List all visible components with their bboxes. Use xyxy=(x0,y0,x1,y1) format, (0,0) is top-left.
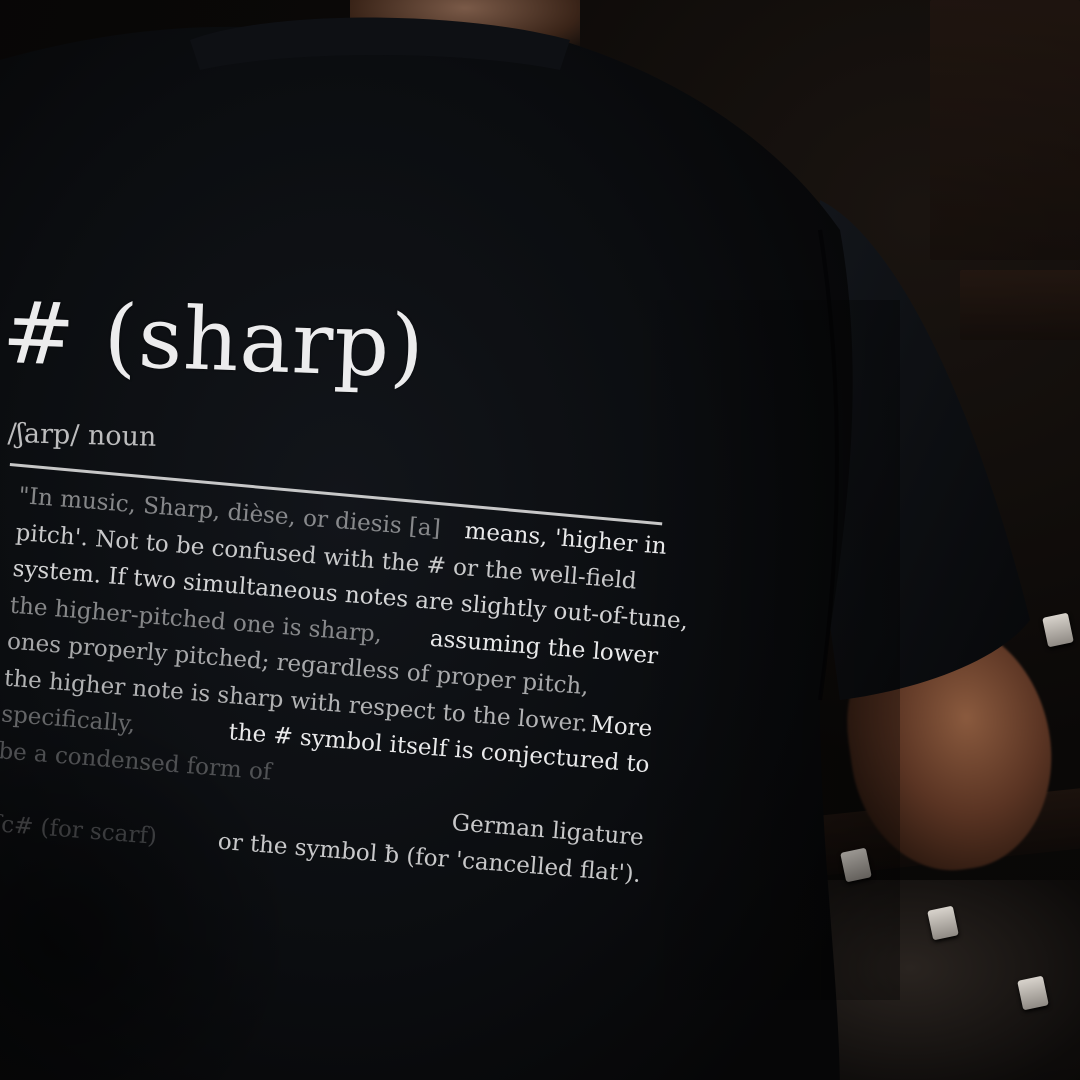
print-definition: "In music, Sharp, dièse, or diesis [a] m… xyxy=(0,478,689,893)
photo-scene: # (sharp) /ʃarp/ noun "In music, Sharp, … xyxy=(0,0,1080,1080)
print-headword: # (sharp) xyxy=(0,283,427,398)
shirt-print: # (sharp) /ʃarp/ noun "In music, Sharp, … xyxy=(0,0,1080,1080)
definition-line-right: More xyxy=(589,711,654,742)
print-pronunciation: /ʃarp/ noun xyxy=(7,418,157,453)
